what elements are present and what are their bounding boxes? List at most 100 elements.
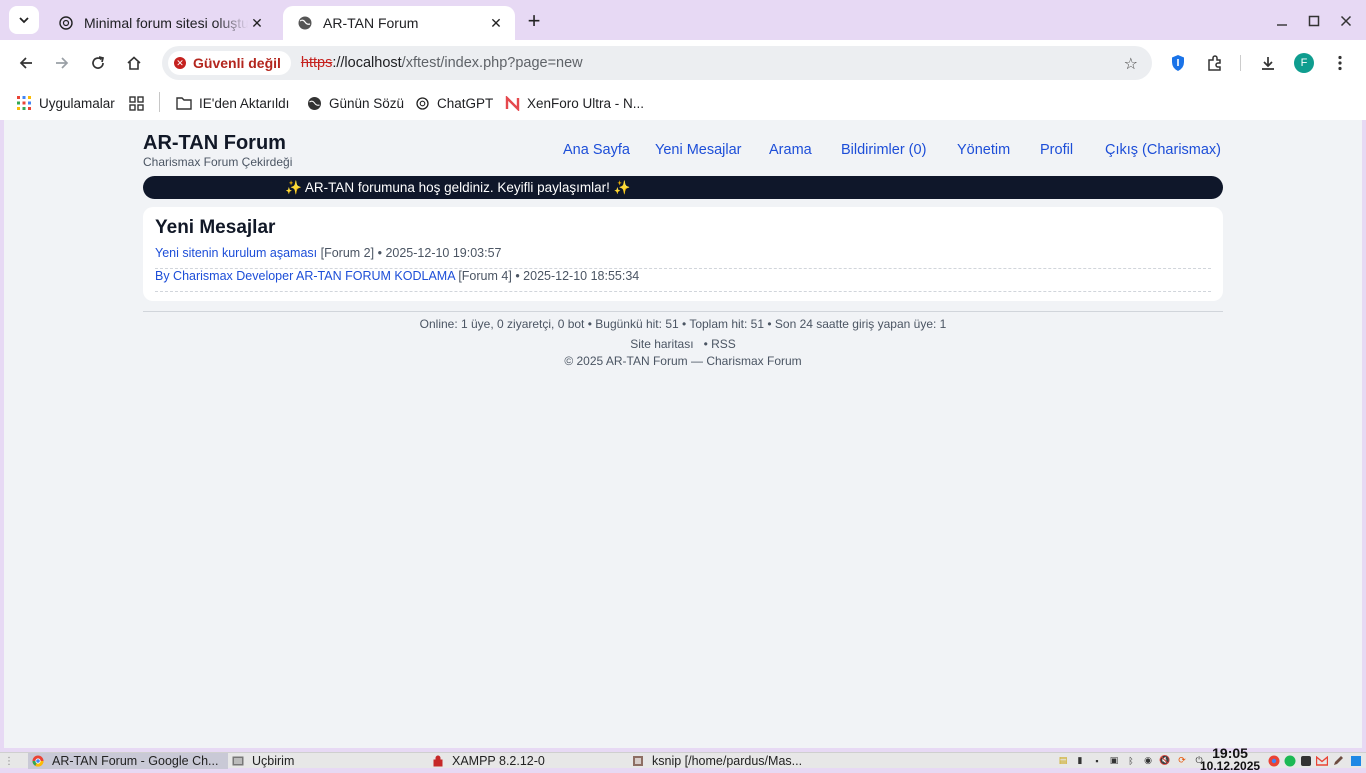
folder-icon bbox=[176, 95, 192, 111]
nav-search[interactable]: Arama bbox=[769, 142, 812, 158]
post-meta: • 2025-12-10 18:55:34 bbox=[515, 269, 640, 283]
bookmark-xenforo[interactable]: XenForo Ultra - N... bbox=[504, 93, 644, 113]
bluetooth-icon[interactable]: ᛒ bbox=[1124, 754, 1138, 767]
address-bar[interactable]: ✕ Güvenli değil https://localhost/xftest… bbox=[162, 46, 1152, 80]
bookmarks-bar: Uygulamalar IE'den Aktarıldı Günün Sözü … bbox=[0, 86, 1366, 120]
list-item: By Charismax Developer AR-TAN FORUM KODL… bbox=[155, 269, 1211, 292]
privacy-icon[interactable]: ◉ bbox=[1141, 754, 1155, 767]
ksnip-icon bbox=[632, 755, 644, 767]
task-label: ksnip [/home/pardus/Mas... bbox=[652, 754, 803, 768]
tab-ar-tan-forum[interactable]: AR-TAN Forum ✕ bbox=[283, 6, 515, 40]
chevron-down-icon bbox=[19, 17, 29, 24]
system-clock[interactable]: 19:05 10.12.2025 bbox=[1200, 746, 1261, 773]
site-subtitle: Charismax Forum Çekirdeği bbox=[143, 155, 293, 169]
site-title[interactable]: AR-TAN Forum bbox=[143, 132, 286, 155]
rss-link[interactable]: • RSS bbox=[704, 337, 736, 351]
profile-avatar[interactable]: F bbox=[1294, 53, 1314, 73]
welcome-banner: ✨ AR-TAN forumuna hoş geldiniz. Keyifli … bbox=[143, 176, 1223, 199]
terminal-icon bbox=[232, 755, 244, 767]
tab-search-button[interactable] bbox=[9, 6, 39, 34]
close-tab-icon[interactable]: ✕ bbox=[248, 14, 266, 32]
bookmark-apps[interactable]: Uygulamalar bbox=[16, 93, 115, 113]
menu-kebab-icon[interactable] bbox=[1328, 51, 1352, 75]
security-chip[interactable]: ✕ Güvenli değil bbox=[168, 51, 291, 75]
task-label: XAMPP 8.2.12-0 bbox=[452, 754, 545, 768]
warning-icon: ✕ bbox=[174, 57, 186, 69]
bookmark-star-icon[interactable]: ☆ bbox=[1124, 54, 1138, 74]
task-ksnip[interactable]: ksnip [/home/pardus/Mas... bbox=[632, 753, 802, 769]
task-label: Uçbirim bbox=[252, 754, 295, 768]
minimize-icon[interactable] bbox=[1271, 10, 1293, 32]
bookmark-label: Uygulamalar bbox=[39, 95, 115, 111]
chrome-icon bbox=[32, 755, 44, 767]
globe-icon bbox=[297, 15, 313, 31]
home-icon[interactable] bbox=[122, 51, 146, 75]
task-xampp[interactable]: XAMPP 8.2.12-0 bbox=[432, 753, 545, 769]
taskbar: ⋮ AR-TAN Forum - Google Ch... Uçbirim XA… bbox=[0, 746, 1366, 773]
post-link[interactable]: By Charismax Developer AR-TAN FORUM KODL… bbox=[155, 269, 455, 283]
system-tray: ▤ ▮ ▪ ▣ ᛒ ◉ 🔇 ⟳ ⏻ bbox=[1056, 754, 1206, 768]
nav-new-posts[interactable]: Yeni Mesajlar bbox=[655, 142, 742, 158]
browser-toolbar: ✕ Güvenli değil https://localhost/xftest… bbox=[0, 40, 1366, 86]
list-item: Yeni sitenin kurulum aşaması [Forum 2] •… bbox=[155, 246, 1211, 269]
bookmark-ie-folder[interactable]: IE'den Aktarıldı bbox=[176, 93, 289, 113]
tab-title: Minimal forum sitesi oluştur bbox=[84, 15, 248, 31]
tab-chatgpt[interactable]: Minimal forum sitesi oluştur ✕ bbox=[44, 6, 276, 40]
bookmark-gunun-sozu[interactable]: Günün Sözü bbox=[306, 93, 404, 113]
tab-title: AR-TAN Forum bbox=[323, 15, 419, 31]
n-logo-icon bbox=[504, 95, 520, 111]
nav-home[interactable]: Ana Sayfa bbox=[563, 142, 630, 158]
online-stats: Online: 1 üye, 0 ziyaretçi, 0 bot • Bugü… bbox=[419, 317, 947, 331]
clipboard-icon[interactable]: ▣ bbox=[1107, 754, 1121, 767]
nav-profile[interactable]: Profil bbox=[1040, 142, 1073, 158]
xampp-icon bbox=[432, 755, 444, 767]
gmail-icon[interactable] bbox=[1316, 753, 1328, 769]
notes-icon[interactable]: ▤ bbox=[1056, 754, 1070, 767]
back-arrow-icon[interactable] bbox=[14, 51, 38, 75]
footer-divider bbox=[143, 311, 1223, 312]
chatgpt-icon bbox=[414, 95, 430, 111]
task-terminal[interactable]: Uçbirim bbox=[232, 753, 294, 769]
edit-icon[interactable] bbox=[1332, 753, 1344, 769]
url-scheme: https bbox=[300, 55, 333, 71]
globe-icon bbox=[306, 95, 322, 111]
clock-date: 10.12.2025 bbox=[1200, 759, 1261, 773]
nav-notifications[interactable]: Bildirimler (0) bbox=[841, 142, 926, 158]
chrome-tray-icon[interactable] bbox=[1268, 753, 1280, 769]
bookmark-chatgpt[interactable]: ChatGPT bbox=[414, 93, 493, 113]
nav-logout[interactable]: Çıkış (Charismax) bbox=[1105, 142, 1221, 158]
post-link[interactable]: Yeni sitenin kurulum aşaması bbox=[155, 246, 317, 260]
bookmark-label: XenForo Ultra - N... bbox=[527, 95, 645, 111]
url-text[interactable]: https://localhost/xftest/index.php?page=… bbox=[301, 55, 583, 71]
post-meta: • 2025-12-10 19:03:57 bbox=[377, 246, 502, 260]
terminal-tray-icon[interactable]: ▪ bbox=[1090, 754, 1104, 767]
nav-admin[interactable]: Yönetim bbox=[957, 142, 1010, 158]
spotify-icon[interactable] bbox=[1284, 753, 1296, 769]
task-chrome[interactable]: AR-TAN Forum - Google Ch... bbox=[28, 753, 228, 769]
network-signal-icon[interactable]: ▮ bbox=[1073, 754, 1087, 767]
maximize-icon[interactable] bbox=[1303, 10, 1325, 32]
extensions-puzzle-icon[interactable] bbox=[1203, 51, 1227, 75]
reload-icon[interactable] bbox=[86, 51, 110, 75]
tab-strip: Minimal forum sitesi oluştur ✕ AR-TAN Fo… bbox=[0, 0, 1366, 40]
sitemap-link[interactable]: Site haritası bbox=[630, 337, 693, 351]
apps-grid-icon bbox=[16, 95, 32, 111]
shield-extension-icon[interactable] bbox=[1166, 51, 1190, 75]
vscode-icon[interactable] bbox=[1300, 753, 1312, 769]
footer-links: Site haritası • RSS bbox=[143, 337, 1223, 351]
download-icon[interactable] bbox=[1256, 51, 1280, 75]
close-window-icon[interactable] bbox=[1335, 10, 1357, 32]
volume-muted-icon[interactable]: 🔇 bbox=[1158, 754, 1172, 767]
bookmarks-divider bbox=[159, 92, 160, 112]
close-tab-icon[interactable]: ✕ bbox=[487, 14, 505, 32]
show-desktop-icon[interactable] bbox=[1350, 753, 1362, 769]
forward-arrow-icon[interactable] bbox=[50, 51, 74, 75]
task-label: AR-TAN Forum - Google Ch... bbox=[52, 754, 219, 768]
browser-window: Minimal forum sitesi oluştur ✕ AR-TAN Fo… bbox=[0, 0, 1366, 752]
new-tab-button[interactable]: + bbox=[522, 8, 546, 33]
panel-heading: Yeni Mesajlar bbox=[155, 217, 276, 238]
update-icon[interactable]: ⟳ bbox=[1175, 754, 1189, 767]
tab-groups-icon[interactable] bbox=[129, 93, 144, 113]
post-forum: [Forum 4] bbox=[458, 269, 512, 283]
toolbar-divider bbox=[1240, 55, 1241, 71]
